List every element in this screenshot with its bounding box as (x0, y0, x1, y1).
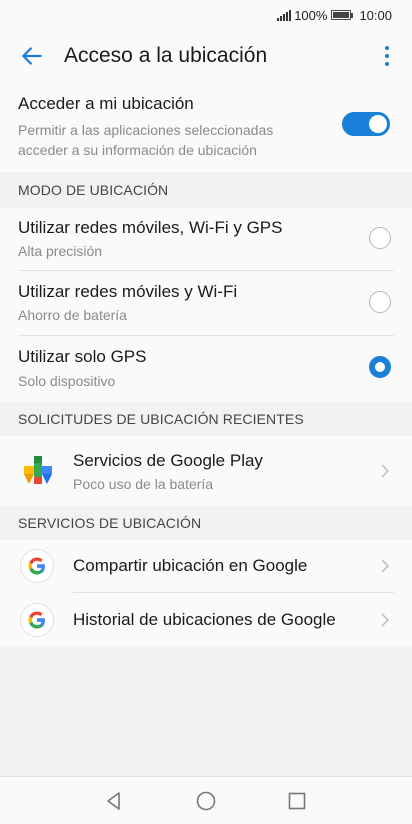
back-button[interactable] (0, 30, 64, 82)
radio-battery-saving[interactable] (369, 291, 391, 313)
location-mode-option[interactable]: Utilizar solo GPS Solo dispositivo (0, 336, 412, 402)
section-header-recent-requests: SOLICITUDES DE UBICACIÓN RECIENTES (0, 402, 412, 436)
chevron-right-icon (381, 559, 390, 573)
app-bar: Acceso a la ubicación (0, 30, 412, 82)
clock: 10:00 (359, 7, 392, 23)
item-title: Historial de ubicaciones de Google (73, 610, 336, 629)
navigation-bar (0, 776, 412, 824)
google-play-services-icon (24, 456, 52, 484)
option-title: Utilizar solo GPS (18, 347, 147, 366)
status-bar: 100% 10:00 (0, 0, 412, 30)
location-services-card: Compartir ubicación en Google Historial … (0, 540, 412, 646)
option-subtitle: Alta precisión (18, 243, 103, 259)
battery-percent: 100% (294, 7, 328, 23)
circle-home-icon[interactable] (195, 790, 217, 812)
location-access-description: Permitir a las aplicaciones seleccionada… (18, 122, 274, 158)
option-subtitle: Ahorro de batería (18, 307, 127, 323)
section-header-location-services: SERVICIOS DE UBICACIÓN (0, 506, 412, 540)
item-title: Compartir ubicación en Google (73, 556, 308, 575)
option-subtitle: Solo dispositivo (18, 373, 116, 389)
list-item[interactable]: Servicios de Google Play Poco uso de la … (0, 436, 412, 506)
more-vert-icon (385, 46, 389, 50)
chevron-right-icon (381, 613, 390, 627)
location-access-title: Acceder a mi ubicación (18, 94, 194, 113)
chevron-right-icon (381, 464, 390, 478)
square-recents-icon[interactable] (286, 790, 308, 812)
location-access-card: Acceder a mi ubicación Permitir a las ap… (0, 82, 412, 172)
location-mode-option[interactable]: Utilizar redes móviles, Wi-Fi y GPS Alta… (0, 208, 412, 270)
option-title: Utilizar redes móviles y Wi-Fi (18, 282, 238, 301)
recent-requests-card: Servicios de Google Play Poco uso de la … (0, 436, 412, 506)
location-access-toggle[interactable] (342, 112, 390, 136)
item-title: Servicios de Google Play (73, 451, 263, 470)
more-options-button[interactable] (362, 30, 412, 82)
item-subtitle: Poco uso de la batería (73, 476, 214, 492)
google-g-icon (20, 549, 54, 583)
list-item[interactable]: Compartir ubicación en Google (0, 540, 412, 592)
battery-icon (331, 10, 354, 20)
signal-icon (277, 9, 292, 21)
list-item[interactable]: Historial de ubicaciones de Google (0, 593, 412, 646)
location-access-row[interactable]: Acceder a mi ubicación Permitir a las ap… (0, 82, 412, 172)
google-g-icon (20, 603, 54, 637)
section-header-location-mode: MODO DE UBICACIÓN (0, 172, 412, 208)
page-title: Acceso a la ubicación (64, 44, 268, 67)
radio-high-accuracy[interactable] (369, 227, 391, 249)
radio-gps-only[interactable] (369, 356, 391, 378)
triangle-back-icon[interactable] (103, 790, 125, 812)
location-mode-card: Utilizar redes móviles, Wi-Fi y GPS Alta… (0, 208, 412, 402)
location-mode-option[interactable]: Utilizar redes móviles y Wi-Fi Ahorro de… (0, 271, 412, 335)
option-title: Utilizar redes móviles, Wi-Fi y GPS (18, 218, 283, 237)
arrow-left-icon (22, 47, 42, 65)
